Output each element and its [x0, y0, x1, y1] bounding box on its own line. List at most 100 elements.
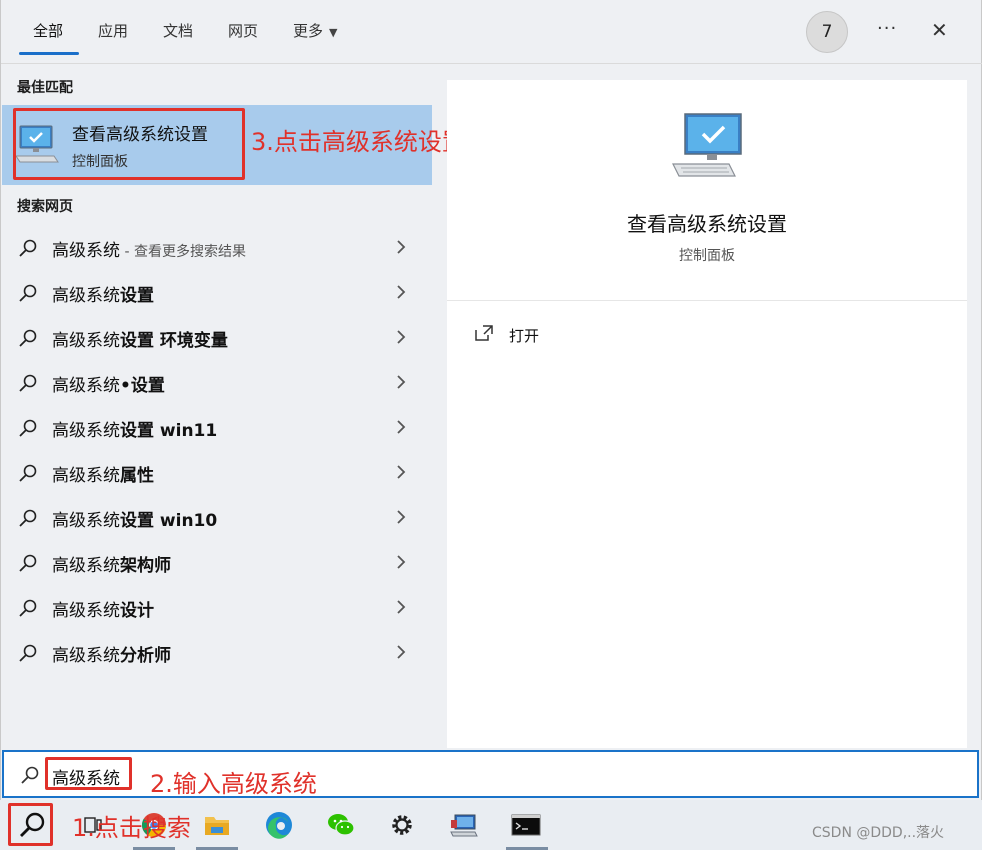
chevron-right-icon[interactable] — [396, 644, 406, 664]
annotation-box-search-input — [45, 757, 132, 790]
web-search-result-text: 高级系统设置 win10 — [52, 506, 217, 531]
search-icon — [18, 553, 38, 577]
result-query-part: 高级系统 — [52, 376, 120, 396]
network-computer-icon — [450, 814, 478, 837]
web-search-result[interactable]: 高级系统设计 — [2, 586, 432, 631]
web-search-result-text: 高级系统•设置 — [52, 371, 165, 396]
annotation-box-best-match — [13, 108, 245, 180]
search-icon — [18, 283, 38, 307]
open-external-icon — [473, 324, 495, 346]
web-search-heading: 搜索网页 — [17, 199, 73, 215]
chevron-right-icon[interactable] — [396, 464, 406, 484]
caret-down-icon: ▼ — [329, 26, 338, 39]
file-explorer-button[interactable] — [200, 808, 234, 842]
result-query-part: 高级系统 — [52, 241, 120, 261]
settings-taskbar-button[interactable] — [385, 808, 419, 842]
tab-active-indicator — [19, 52, 79, 55]
rewards-badge[interactable]: 7 — [806, 11, 848, 53]
open-action[interactable]: 打开 — [473, 324, 539, 346]
web-search-result[interactable]: 高级系统设置 win11 — [2, 406, 432, 451]
more-options-icon[interactable]: ··· — [877, 18, 897, 39]
result-suggestion-part: 属性 — [120, 466, 154, 486]
chevron-right-icon[interactable] — [396, 554, 406, 574]
wechat-icon — [328, 814, 355, 836]
web-search-result-text: 高级系统设置 — [52, 281, 154, 306]
search-icon — [18, 598, 38, 622]
chevron-right-icon[interactable] — [396, 509, 406, 529]
web-search-result[interactable]: 高级系统 - 查看更多搜索结果 — [2, 226, 432, 271]
wechat-taskbar-button[interactable] — [324, 808, 358, 842]
result-query-part: 高级系统 — [52, 466, 120, 486]
web-search-result[interactable]: 高级系统分析师 — [2, 631, 432, 676]
start-search-panel: 全部 应用 文档 网页 更多 ▼ 7 ··· ✕ 最佳匹配 查看高级系统设置 控制… — [0, 0, 982, 800]
web-search-result[interactable]: 高级系统设置 win10 — [2, 496, 432, 541]
annotation-step2: 2.输入高级系统 — [150, 770, 317, 798]
result-suggestion-part: •设置 — [120, 376, 165, 396]
watermark: CSDN @DDD,..落火 — [812, 825, 945, 841]
terminal-icon — [511, 814, 541, 836]
search-icon — [18, 418, 38, 442]
chevron-right-icon[interactable] — [396, 239, 406, 259]
result-suggestion-part: 设置 win11 — [120, 421, 218, 441]
search-icon — [18, 373, 38, 397]
result-query-part: 高级系统 — [52, 601, 120, 621]
chevron-right-icon[interactable] — [396, 419, 406, 439]
chevron-right-icon[interactable] — [396, 599, 406, 619]
search-icon — [18, 328, 38, 352]
annotation-box-search-button — [8, 803, 53, 846]
search-icon — [18, 238, 38, 262]
result-query-part: 高级系统 — [52, 511, 120, 531]
web-search-result-text: 高级系统设计 — [52, 596, 154, 621]
result-query-part: 高级系统 — [52, 556, 120, 576]
preview-pane: 查看高级系统设置 控制面板 打开 — [447, 80, 967, 748]
close-icon[interactable]: ✕ — [931, 18, 948, 42]
tab-all[interactable]: 全部 — [33, 20, 63, 46]
search-icon — [18, 463, 38, 487]
result-query-part: 高级系统 — [52, 286, 120, 306]
search-icon — [18, 643, 38, 667]
annotation-step3: 3.点击高级系统设置 — [251, 128, 466, 156]
result-suggestion-part: 分析师 — [120, 646, 171, 666]
result-suggestion-part: 设计 — [120, 601, 154, 621]
result-suffix: - 查看更多搜索结果 — [120, 244, 246, 260]
web-search-result-text: 高级系统设置 环境变量 — [52, 326, 228, 351]
web-search-result[interactable]: 高级系统架构师 — [2, 541, 432, 586]
preview-divider — [447, 300, 967, 301]
folder-icon — [205, 817, 229, 835]
preview-title: 查看高级系统设置 — [627, 212, 787, 236]
filter-tabs: 全部 应用 文档 网页 更多 ▼ 7 ··· ✕ — [1, 0, 982, 62]
web-search-result[interactable]: 高级系统属性 — [2, 451, 432, 496]
web-search-result-text: 高级系统属性 — [52, 461, 154, 486]
result-suggestion-part: 架构师 — [120, 556, 171, 576]
tab-more[interactable]: 更多 ▼ — [293, 20, 337, 46]
result-suggestion-part: 设置 win10 — [120, 511, 218, 531]
tab-web[interactable]: 网页 — [228, 20, 258, 46]
tab-more-label: 更多 — [293, 22, 324, 40]
web-search-result-text: 高级系统架构师 — [52, 551, 171, 576]
annotation-step1: 1.点击搜索 — [72, 814, 191, 842]
web-search-result-text: 高级系统 - 查看更多搜索结果 — [52, 236, 246, 261]
computer-monitor-large-icon — [671, 112, 747, 184]
chevron-right-icon[interactable] — [396, 374, 406, 394]
result-query-part: 高级系统 — [52, 646, 120, 666]
chevron-right-icon[interactable] — [396, 329, 406, 349]
search-icon — [20, 765, 40, 789]
edge-icon — [266, 812, 292, 839]
tabs-divider — [1, 63, 982, 64]
web-search-result-text: 高级系统设置 win11 — [52, 416, 217, 441]
tab-apps[interactable]: 应用 — [98, 20, 128, 46]
web-search-result-text: 高级系统分析师 — [52, 641, 171, 666]
terminal-taskbar-button[interactable] — [509, 808, 543, 842]
remote-desktop-taskbar-button[interactable] — [447, 808, 481, 842]
open-label: 打开 — [509, 326, 540, 345]
result-suggestion-part: 设置 环境变量 — [120, 331, 228, 351]
web-search-result[interactable]: 高级系统设置 环境变量 — [2, 316, 432, 361]
web-search-result[interactable]: 高级系统•设置 — [2, 361, 432, 406]
chevron-right-icon[interactable] — [396, 284, 406, 304]
search-input[interactable]: 高级系统 — [2, 750, 979, 798]
best-match-heading: 最佳匹配 — [17, 80, 73, 96]
gear-icon — [392, 815, 412, 835]
edge-taskbar-button[interactable] — [262, 808, 296, 842]
tab-docs[interactable]: 文档 — [163, 20, 193, 46]
web-search-result[interactable]: 高级系统设置 — [2, 271, 432, 316]
